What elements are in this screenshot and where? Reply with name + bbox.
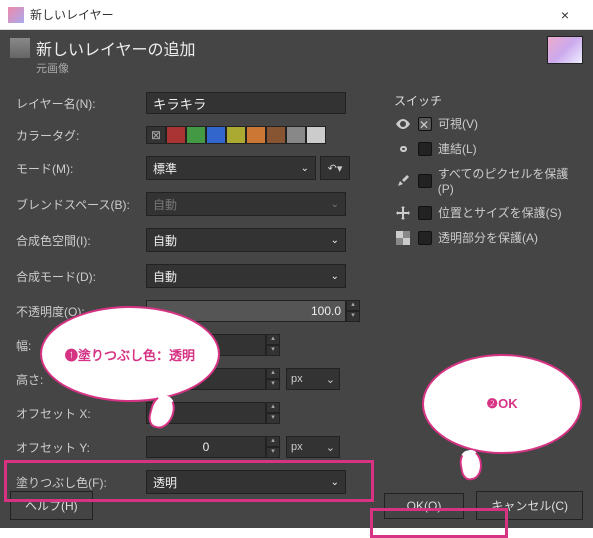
visible-label: 可視(V) bbox=[438, 115, 478, 132]
chevron-down-icon: ⌄ bbox=[331, 477, 339, 488]
offset-y-label: オフセット Y: bbox=[16, 439, 146, 456]
height-spinner[interactable]: ▴▾ bbox=[266, 368, 280, 390]
composite-mode-label: 合成モード(D): bbox=[16, 268, 146, 285]
offset-x-label: オフセット X: bbox=[16, 405, 146, 422]
opacity-spinner[interactable]: ▴▾ bbox=[346, 300, 360, 322]
chevron-down-icon: ⌄ bbox=[331, 271, 339, 282]
layer-icon bbox=[10, 38, 30, 58]
brush-icon bbox=[394, 173, 412, 189]
color-tag[interactable] bbox=[246, 126, 266, 144]
eye-icon bbox=[394, 116, 412, 132]
color-tag[interactable] bbox=[186, 126, 206, 144]
width-label: 幅: bbox=[16, 337, 146, 354]
ok-button[interactable]: OK(O) bbox=[384, 493, 465, 519]
lock-alpha-label: 透明部分を保護(A) bbox=[438, 229, 538, 246]
cancel-button[interactable]: キャンセル(C) bbox=[476, 491, 583, 520]
color-tag[interactable] bbox=[166, 126, 186, 144]
dialog-title: 新しいレイヤーの追加 bbox=[36, 36, 196, 60]
chevron-down-icon: ⌄ bbox=[301, 163, 309, 174]
close-button[interactable]: × bbox=[545, 7, 585, 23]
app-icon bbox=[8, 7, 24, 23]
lock-alpha-checkbox[interactable] bbox=[418, 231, 432, 245]
color-tag-none[interactable]: ⊠ bbox=[146, 126, 166, 144]
help-button[interactable]: ヘルプ(H) bbox=[10, 491, 93, 520]
link-icon bbox=[394, 141, 412, 157]
color-tag[interactable] bbox=[306, 126, 326, 144]
offset-y-input[interactable]: 0 bbox=[146, 436, 266, 458]
lock-pos-checkbox[interactable] bbox=[418, 206, 432, 220]
opacity-label: 不透明度(O): bbox=[16, 303, 146, 320]
layer-name-label: レイヤー名(N): bbox=[16, 95, 146, 112]
color-tag[interactable] bbox=[266, 126, 286, 144]
mode-label: モード(M): bbox=[16, 160, 146, 177]
lock-pixels-label: すべてのピクセルを保護(P) bbox=[438, 165, 583, 196]
composite-mode-select[interactable]: 自動⌄ bbox=[146, 264, 346, 288]
width-spinner[interactable]: ▴▾ bbox=[266, 334, 280, 356]
chevron-down-icon: ⌄ bbox=[331, 235, 339, 246]
switches-title: スイッチ bbox=[394, 92, 583, 109]
height-label: 高さ: bbox=[16, 371, 146, 388]
move-icon bbox=[394, 205, 412, 221]
offset-unit-select[interactable]: px⌄ bbox=[286, 436, 340, 458]
composite-space-label: 合成色空間(I): bbox=[16, 232, 146, 249]
fill-label: 塗りつぶし色(F): bbox=[16, 474, 146, 491]
linked-checkbox[interactable] bbox=[418, 142, 432, 156]
size-unit-select[interactable]: px⌄ bbox=[286, 368, 340, 390]
mode-select[interactable]: 標準⌄ bbox=[146, 156, 316, 180]
offset-x-input[interactable] bbox=[146, 402, 266, 424]
offset-x-spinner[interactable]: ▴▾ bbox=[266, 402, 280, 424]
color-tag[interactable] bbox=[226, 126, 246, 144]
composite-space-select[interactable]: 自動⌄ bbox=[146, 228, 346, 252]
offset-y-spinner[interactable]: ▴▾ bbox=[266, 436, 280, 458]
layer-name-input[interactable] bbox=[146, 92, 346, 114]
chevron-down-icon: ⌄ bbox=[331, 199, 339, 210]
opacity-slider[interactable]: 100.0 bbox=[146, 300, 346, 322]
visible-checkbox[interactable]: ✕ bbox=[418, 117, 432, 131]
mode-reset-button[interactable]: ↶▾ bbox=[320, 156, 350, 180]
color-tag[interactable] bbox=[206, 126, 226, 144]
color-tag[interactable] bbox=[286, 126, 306, 144]
lock-pos-label: 位置とサイズを保護(S) bbox=[438, 204, 562, 221]
lock-pixels-checkbox[interactable] bbox=[418, 174, 432, 188]
color-tag-label: カラータグ: bbox=[16, 127, 146, 144]
preview-thumbnail bbox=[547, 36, 583, 64]
checker-icon bbox=[394, 230, 412, 246]
color-tag-group: ⊠ bbox=[146, 126, 326, 144]
dialog-subtitle: 元画像 bbox=[36, 60, 196, 76]
blend-space-label: ブレンドスペース(B): bbox=[16, 196, 146, 213]
width-input[interactable] bbox=[146, 334, 266, 356]
blend-space-select[interactable]: 自動⌄ bbox=[146, 192, 346, 216]
window-title: 新しいレイヤー bbox=[30, 6, 545, 23]
height-input[interactable] bbox=[146, 368, 266, 390]
linked-label: 連結(L) bbox=[438, 140, 477, 157]
